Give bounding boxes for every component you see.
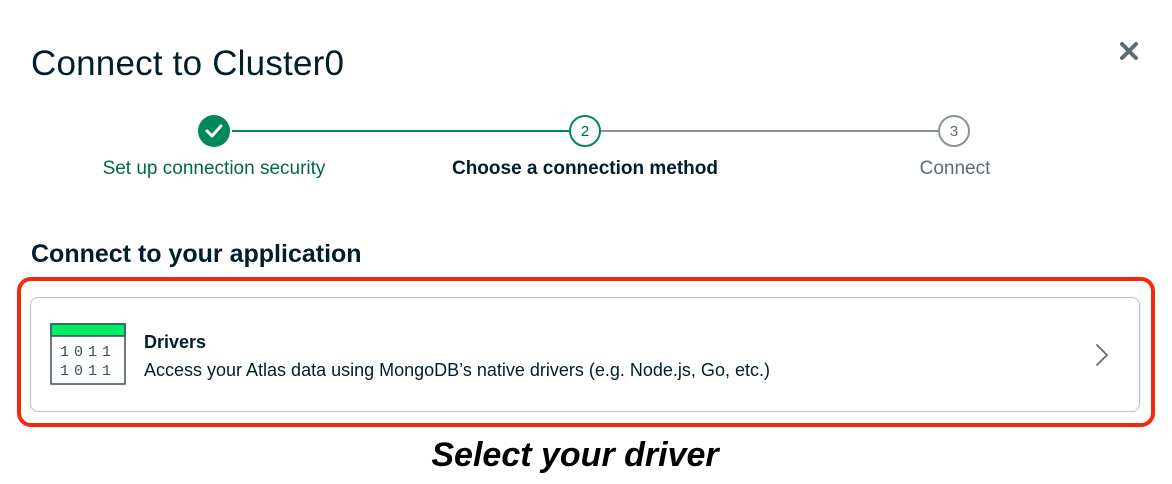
section-heading: Connect to your application: [31, 240, 362, 268]
annotation-caption: Select your driver: [431, 436, 719, 474]
step-1-label: Set up connection security: [102, 158, 326, 179]
checkmark-icon: [205, 124, 223, 138]
close-button[interactable]: [1116, 38, 1142, 64]
step-3-indicator: 3: [938, 115, 970, 147]
stepper-connector-upcoming: [601, 130, 938, 132]
modal-title: Connect to Cluster0: [31, 44, 345, 83]
step-2-label: Choose a connection method: [451, 158, 719, 179]
close-icon: [1120, 42, 1138, 60]
stepper-connector-completed: [232, 130, 569, 132]
binary-window-icon: 1011 1011: [50, 323, 126, 385]
step-2-indicator: 2: [569, 115, 601, 147]
drivers-title: Drivers: [144, 332, 207, 352]
drivers-option-card[interactable]: 1011 1011 Drivers Access your Atlas data…: [30, 297, 1140, 412]
step-1-indicator: [198, 115, 230, 147]
chevron-right-icon: [1096, 344, 1108, 366]
drivers-description: Access your Atlas data using MongoDB’s n…: [144, 360, 770, 380]
step-3-label: Connect: [919, 158, 991, 179]
icon-binary-line-1: 1011: [60, 344, 116, 361]
icon-binary-line-2: 1011: [60, 363, 116, 380]
